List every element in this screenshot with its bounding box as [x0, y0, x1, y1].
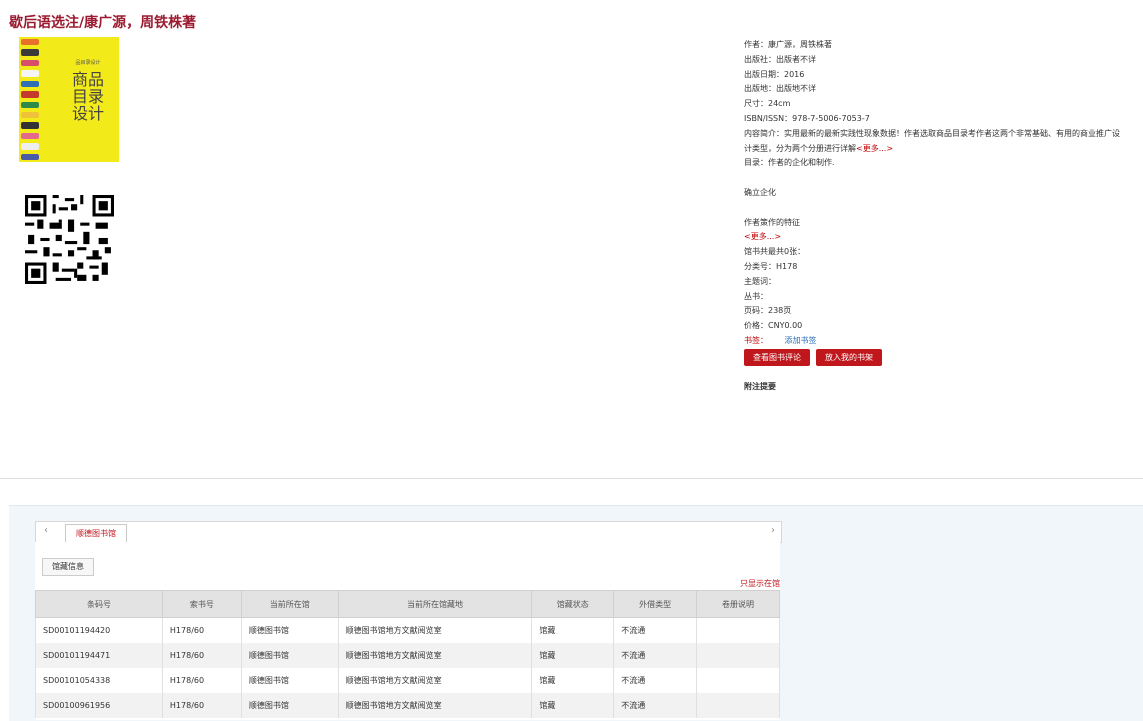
status-cell: 馆藏 — [531, 693, 615, 718]
add-to-shelf-button[interactable]: 放入我的书架 — [816, 348, 882, 366]
page-title: 歇后语选注/康广源，周铁株著 — [9, 15, 197, 31]
call-number-cell: H178/60 — [161, 617, 242, 643]
table-header-row: 条码号 索书号 当前所在馆 当前所在馆藏地 馆藏状态 外借类型 卷册说明 — [35, 590, 780, 618]
location-cell: 顺德图书馆地方文献阅览室 — [337, 643, 533, 668]
cover-decoration — [19, 37, 41, 162]
column-header: 馆藏状态 — [531, 590, 615, 618]
loan-type-cell: 不流通 — [613, 643, 698, 668]
toc-line: 作者策作的特征 — [744, 217, 800, 227]
library-cell: 顺德图书馆 — [240, 693, 339, 718]
call-number-cell: H178/60 — [161, 668, 242, 693]
library-cell: 顺德图书馆 — [240, 643, 339, 668]
loan-type-cell: 不流通 — [613, 693, 698, 718]
library-tab-bar: ‹ 顺德图书馆 › — [35, 521, 782, 543]
library-cell: 顺德图书馆 — [240, 617, 339, 643]
column-header: 卷册说明 — [696, 590, 780, 618]
table-row: SD00101194471 H178/60 顺德图书馆 顺德图书馆地方文献阅览室… — [35, 643, 780, 668]
location-cell: 顺德图书馆地方文献阅览室 — [337, 617, 533, 643]
status-cell: 馆藏 — [531, 668, 615, 693]
barcode-cell: SD00100961956 — [35, 693, 163, 718]
call-number-cell: H178/60 — [161, 693, 242, 718]
loan-type-cell: 不流通 — [613, 617, 698, 643]
pages-field: 页码：238页 — [744, 306, 792, 316]
table-row: SD00100961956 H178/60 顺德图书馆 顺德图书馆地方文献阅览室… — [35, 693, 780, 718]
location-cell: 顺德图书馆地方文献阅览室 — [337, 668, 533, 693]
tab-library[interactable]: 顺德图书馆 — [65, 524, 127, 543]
volume-note-cell — [696, 617, 780, 643]
series-field: 丛书： — [744, 291, 768, 301]
summary-field: 内容简介：实用最新的最新实践性现象数据！作者选取商品目录考作者这两个非常基础、有… — [744, 127, 1124, 157]
publish-date-field: 出版日期：2016 — [744, 69, 805, 79]
barcode-cell: SD00101194471 — [35, 643, 163, 668]
cover-top-text: 品目录设计 — [75, 60, 101, 66]
add-tag-link[interactable]: 添加书签 — [785, 336, 817, 345]
copies-field: 馆书共最共0张： — [744, 247, 806, 257]
location-cell: 顺德图书馆地方文献阅览室 — [337, 693, 533, 718]
size-field: 尺寸：24cm — [744, 99, 791, 109]
summary-more-link[interactable]: <更多...> — [856, 144, 893, 153]
toc-more-link[interactable]: <更多...> — [744, 230, 1124, 245]
appendix-heading: 附注提要 — [744, 381, 776, 391]
status-cell: 馆藏 — [531, 617, 615, 643]
price-field: 价格：CNY0.00 — [744, 321, 803, 331]
barcode-cell: SD00101054338 — [35, 668, 163, 693]
column-header: 当前所在馆 — [240, 590, 339, 618]
column-header: 条码号 — [35, 590, 163, 618]
cover-title-line-2: 目录 — [71, 87, 104, 106]
volume-note-cell — [696, 668, 780, 693]
section-divider — [0, 478, 1143, 479]
loan-type-cell: 不流通 — [613, 668, 698, 693]
chevron-right-icon[interactable]: › — [771, 525, 775, 536]
isbn-field: ISBN/ISSN：978-7-5006-7053-7 — [744, 113, 870, 123]
book-cover-image: 品目录设计 商品 目录 设计 — [19, 37, 119, 162]
tab-holdings-info[interactable]: 馆藏信息 — [42, 558, 94, 576]
volume-note-cell — [696, 643, 780, 668]
chevron-left-icon[interactable]: ‹ — [44, 525, 48, 536]
view-reviews-button[interactable]: 查看图书评论 — [744, 348, 810, 366]
qr-code-image — [25, 195, 114, 284]
cover-title-line-3: 设计 — [71, 104, 104, 123]
holdings-table: 条码号 索书号 当前所在馆 当前所在馆藏地 馆藏状态 外借类型 卷册说明 SD0… — [35, 590, 780, 718]
volume-note-cell — [696, 693, 780, 718]
column-header: 索书号 — [161, 590, 242, 618]
library-cell: 顺德图书馆 — [240, 668, 339, 693]
table-row: SD00101054338 H178/60 顺德图书馆 顺德图书馆地方文献阅览室… — [35, 668, 780, 693]
publisher-field: 出版社：出版者不详 — [744, 54, 816, 64]
only-available-link[interactable]: 只显示在馆 — [740, 578, 780, 589]
holdings-panel: 馆藏信息 只显示在馆 条码号 索书号 当前所在馆 当前所在馆藏地 馆藏状态 外借… — [35, 542, 780, 720]
column-header: 外借类型 — [613, 590, 698, 618]
author-field: 作者：康广源，周铁株著 — [744, 40, 832, 49]
summary-text: 内容简介：实用最新的最新实践性现象数据！作者选取商品目录考作者这两个非常基础、有… — [744, 128, 1120, 153]
class-number-field: 分类号：H178 — [744, 261, 798, 271]
barcode-cell: SD00101194420 — [35, 617, 163, 643]
tags-label: 书签： — [744, 335, 768, 345]
cover-title-line-1: 商品 — [71, 70, 104, 89]
status-cell: 馆藏 — [531, 643, 615, 668]
toc-field: 目录：作者的企化和制作. — [744, 158, 835, 168]
subject-field: 主题词： — [744, 276, 776, 286]
tags-field: 书签： 添加书签 — [744, 334, 1124, 349]
column-header: 当前所在馆藏地 — [337, 590, 533, 618]
book-info-panel: 作者：康广源，周铁株著 出版社：出版者不详 出版日期：2016 出版地：出版地不… — [744, 38, 1124, 395]
action-buttons: 查看图书评论 放入我的书架 — [744, 348, 1124, 371]
toc-line: 确立企化 — [744, 187, 776, 197]
publish-place-field: 出版地：出版地不详 — [744, 84, 816, 94]
table-row: SD00101194420 H178/60 顺德图书馆 顺德图书馆地方文献阅览室… — [35, 617, 780, 643]
call-number-cell: H178/60 — [161, 643, 242, 668]
